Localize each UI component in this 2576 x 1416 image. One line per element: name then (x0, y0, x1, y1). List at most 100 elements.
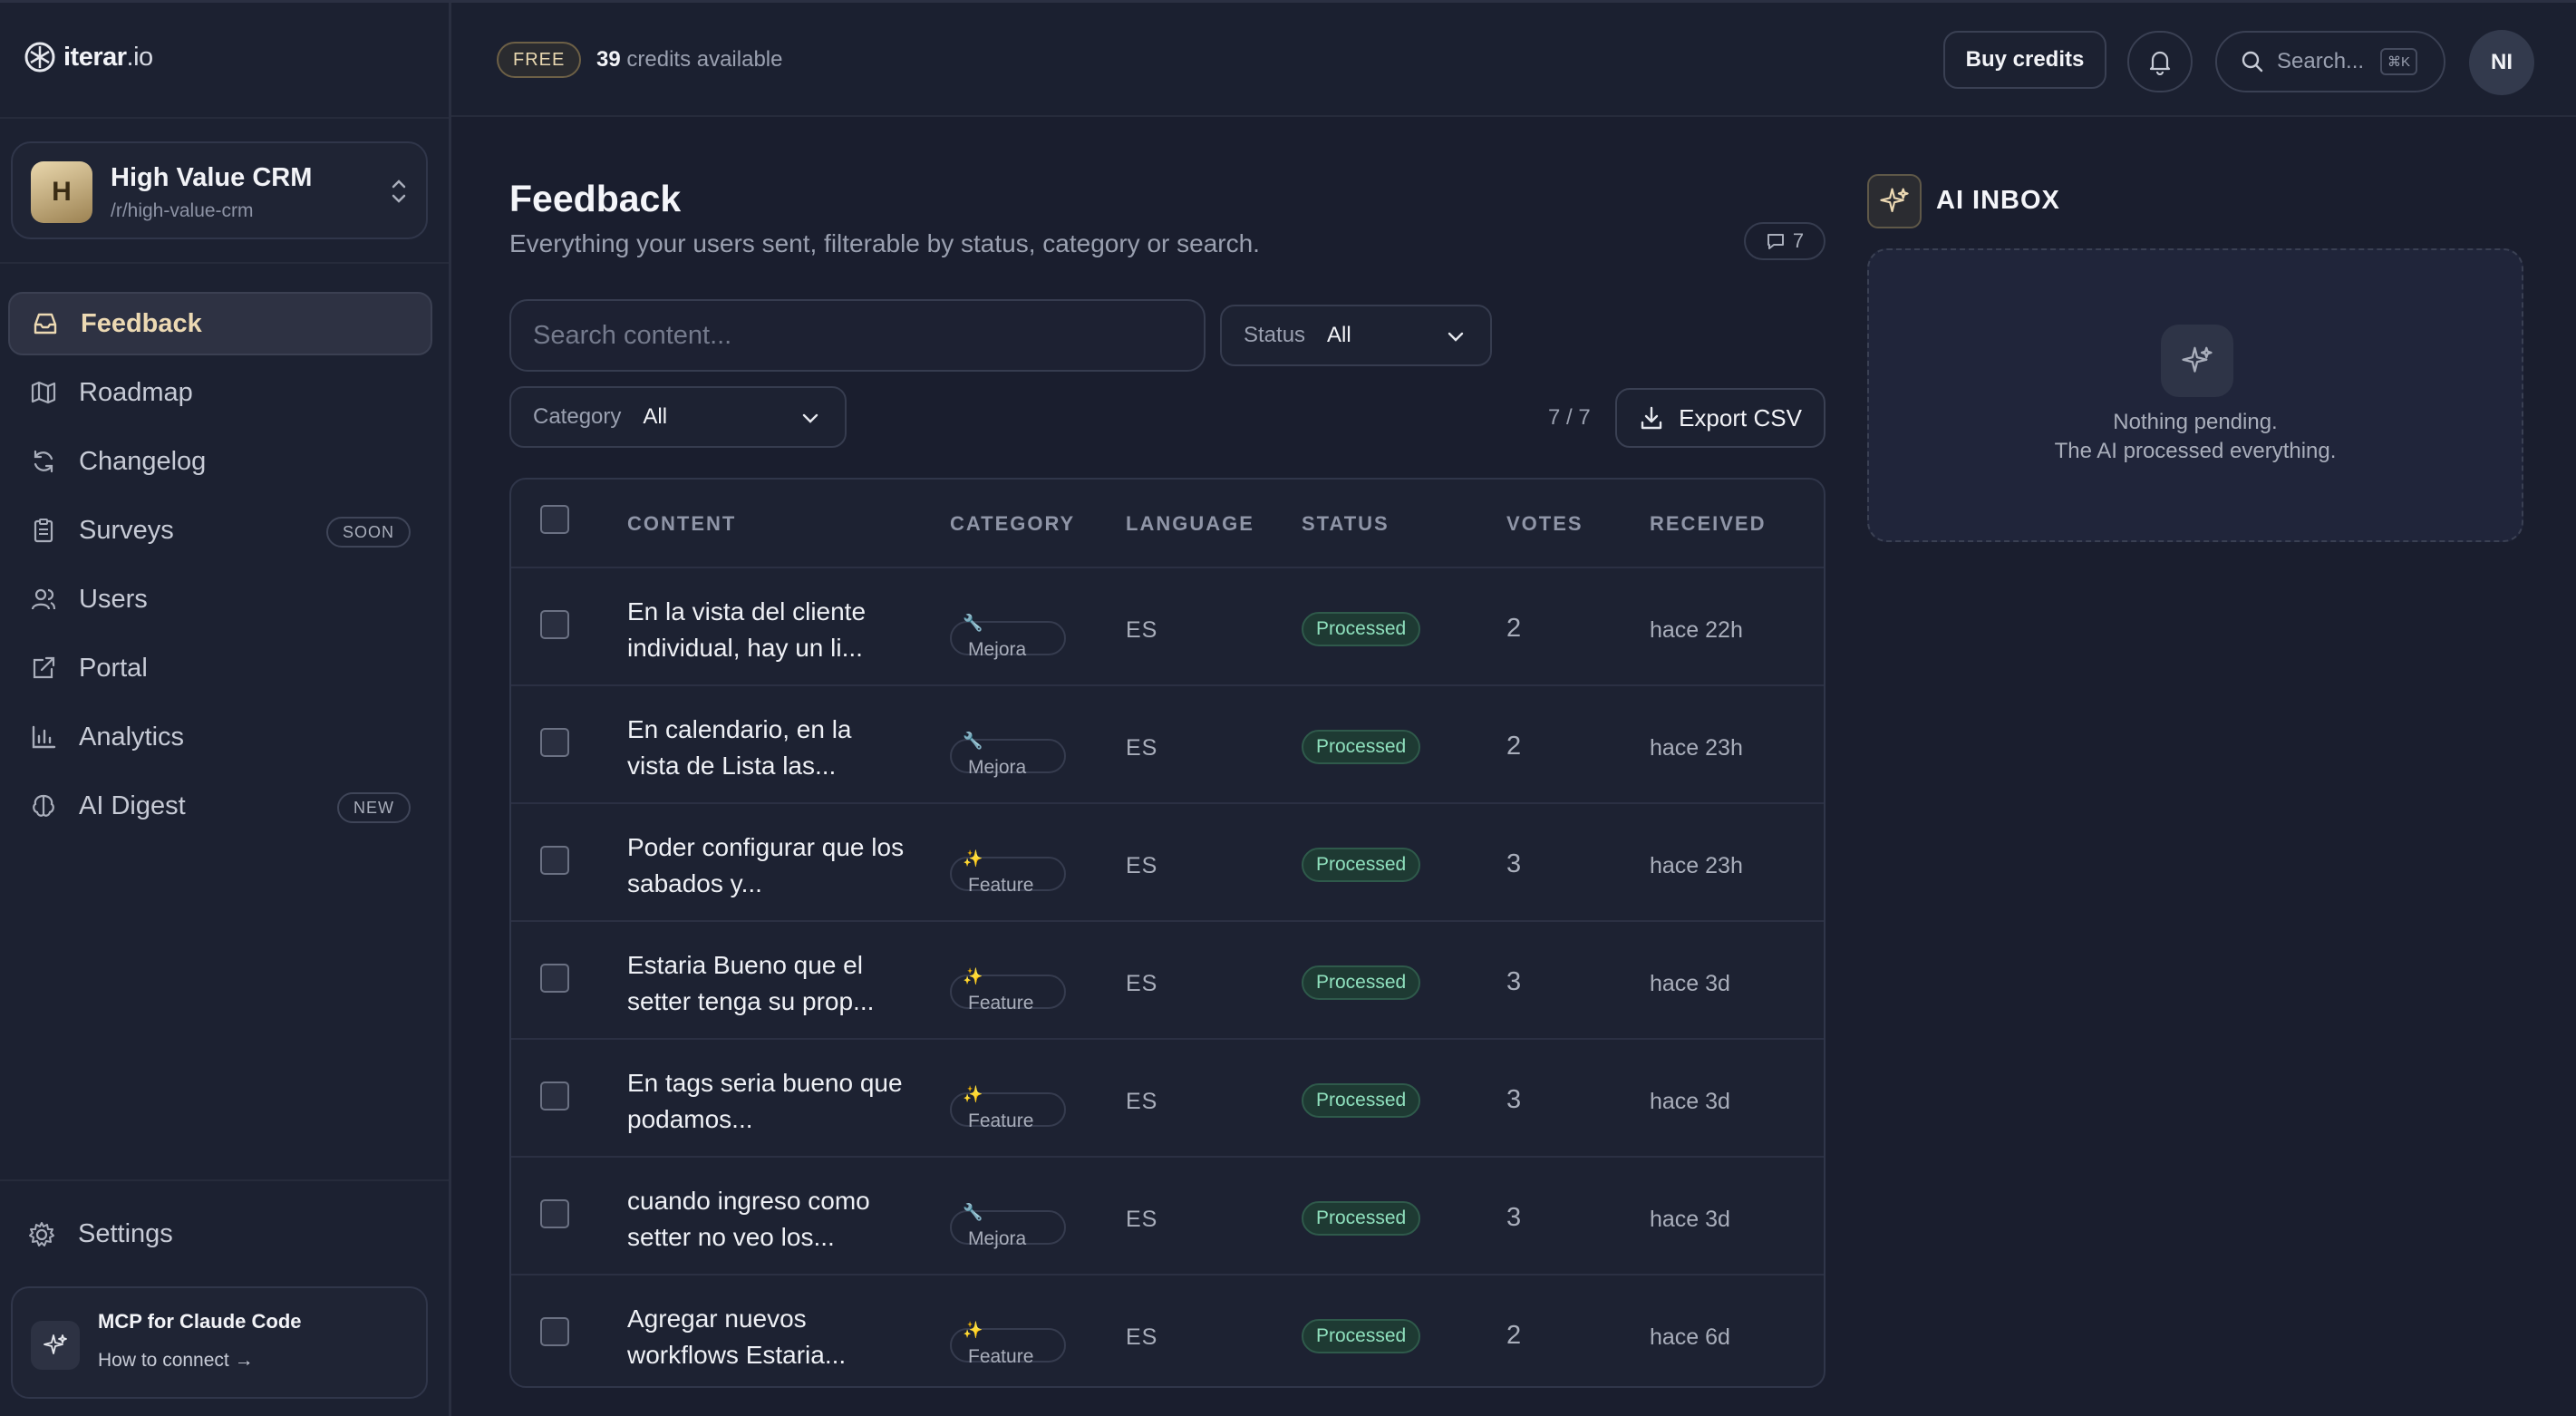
row-checkbox[interactable] (540, 1081, 569, 1110)
status-filter[interactable]: Status All (1220, 305, 1492, 366)
table-row[interactable]: Poder configurar que los sabados y... ✨ F… (511, 802, 1824, 920)
votes: 2 (1506, 732, 1522, 761)
search-input[interactable] (509, 299, 1206, 372)
sidebar-nav: Feedback Roadmap Changelog Surveys SOON (8, 292, 432, 843)
language: ES (1126, 1089, 1158, 1114)
sparkles-icon: ✨ (963, 1321, 983, 1339)
mcp-card[interactable]: MCP for Claude Code How to connect → (11, 1286, 428, 1399)
sidebar-item-feedback[interactable]: Feedback (8, 292, 432, 355)
how-to-connect-link[interactable]: How to connect → (98, 1350, 254, 1372)
sidebar-item-label: Portal (79, 653, 148, 683)
sidebar-item-roadmap[interactable]: Roadmap (8, 361, 432, 424)
divider (0, 262, 449, 264)
category-pill: ✨ Feature (950, 967, 1066, 1014)
wrench-icon: 🔧 (963, 614, 983, 632)
gear-icon (29, 1221, 54, 1246)
download-icon (1641, 406, 1662, 430)
column-header-category[interactable]: CATEGORY (950, 512, 1075, 536)
row-checkbox[interactable] (540, 728, 569, 757)
sparkle-icon (31, 1321, 80, 1370)
category-pill: 🔧 Mejora (950, 1203, 1066, 1249)
chevron-up-down-icon (392, 179, 406, 203)
status-badge: Processed (1302, 1083, 1421, 1118)
table-row[interactable]: En la vista del cliente individual, hay … (511, 567, 1824, 684)
notifications-button[interactable] (2127, 31, 2193, 92)
chevron-down-icon (1448, 332, 1464, 342)
brand-logo[interactable]: iterar.io (24, 41, 153, 73)
votes: 3 (1506, 1085, 1522, 1114)
table-row[interactable]: En calendario, en la vista de Lista las.… (511, 684, 1824, 802)
sparkle-icon (2161, 325, 2233, 397)
keyboard-shortcut: ⌘K (2380, 48, 2418, 75)
column-header-received[interactable]: RECEIVED (1650, 512, 1766, 536)
new-badge: NEW (337, 792, 411, 823)
sparkle-icon (1867, 174, 1922, 228)
row-checkbox[interactable] (540, 964, 569, 993)
comment-count: 7 (1792, 229, 1805, 252)
bell-icon (2149, 51, 2171, 75)
plan-badge: FREE (497, 42, 582, 78)
category-label: Feature (968, 1110, 1034, 1131)
select-all-checkbox[interactable] (540, 505, 569, 534)
row-checkbox[interactable] (540, 846, 569, 875)
sidebar-item-label: Feedback (81, 308, 202, 338)
sidebar-item-changelog[interactable]: Changelog (8, 430, 432, 493)
language: ES (1126, 971, 1158, 996)
column-header-language[interactable]: LANGUAGE (1126, 512, 1254, 536)
table-row[interactable]: Agregar nuevos workflows Estaria... ✨ Fea… (511, 1274, 1824, 1386)
column-header-content[interactable]: CONTENT (627, 512, 736, 536)
brand-tld: .io (126, 42, 154, 72)
sparkles-icon: ✨ (963, 849, 983, 868)
global-search-button[interactable]: Search... ⌘K (2215, 31, 2445, 92)
column-header-status[interactable]: STATUS (1302, 512, 1390, 536)
category-filter[interactable]: Category All (509, 386, 847, 448)
category-label: Mejora (968, 639, 1027, 660)
sidebar-item-portal[interactable]: Portal (8, 636, 432, 700)
received-time: hace 6d (1650, 1324, 1730, 1350)
divider (0, 117, 449, 119)
feedback-content: Estaria Bueno que el setter tenga su pro… (627, 951, 875, 1015)
received-time: hace 3d (1650, 971, 1730, 996)
top-header: FREE 39 credits available Buy credits Se… (451, 3, 2576, 117)
empty-state-title: Nothing pending. (2113, 410, 2278, 434)
buy-credits-button[interactable]: Buy credits (1943, 31, 2106, 89)
sidebar-item-users[interactable]: Users (8, 567, 432, 631)
feedback-content: En calendario, en la vista de Lista las.… (627, 715, 852, 780)
refresh-icon (28, 446, 59, 477)
row-checkbox[interactable] (540, 1317, 569, 1346)
sidebar-item-analytics[interactable]: Analytics (8, 705, 432, 769)
ai-inbox-panel: Nothing pending. The AI processed everyt… (1867, 248, 2523, 542)
project-switcher[interactable]: H High Value CRM /r/high-value-crm (11, 141, 428, 239)
received-time: hace 3d (1650, 1207, 1730, 1232)
divider (0, 1179, 449, 1181)
votes: 2 (1506, 614, 1522, 643)
row-checkbox[interactable] (540, 610, 569, 639)
sidebar-item-surveys[interactable]: Surveys SOON (8, 499, 432, 562)
sidebar-item-ai-digest[interactable]: AI Digest NEW (8, 774, 432, 838)
sidebar: iterar.io H High Value CRM /r/high-value… (0, 3, 451, 1416)
table-row[interactable]: En tags seria bueno que podamos... ✨ Feat… (511, 1038, 1824, 1156)
bar-chart-icon (28, 722, 59, 752)
table-row[interactable]: Estaria Bueno que el setter tenga su pro… (511, 920, 1824, 1038)
search-label: Search... (2277, 49, 2365, 73)
votes: 2 (1506, 1321, 1522, 1350)
project-avatar: H (31, 161, 92, 223)
sidebar-item-settings[interactable]: Settings (27, 1219, 173, 1249)
table-row[interactable]: cuando ingreso como setter no veo los...… (511, 1156, 1824, 1274)
column-header-votes[interactable]: VOTES (1506, 512, 1583, 536)
settings-label: Settings (78, 1219, 173, 1248)
sidebar-item-label: Roadmap (79, 377, 193, 407)
brain-icon (28, 790, 59, 821)
row-checkbox[interactable] (540, 1199, 569, 1228)
category-label: Feature (968, 875, 1034, 896)
status-badge: Processed (1302, 612, 1421, 646)
sparkles-icon: ✨ (963, 967, 983, 985)
user-avatar[interactable]: NI (2469, 30, 2534, 95)
export-csv-button[interactable]: Export CSV (1615, 388, 1825, 448)
votes: 3 (1506, 1203, 1522, 1232)
sidebar-item-label: Users (79, 584, 148, 614)
users-icon (28, 584, 59, 615)
category-filter-value: All (643, 404, 668, 429)
credits-text: 39 credits available (596, 47, 782, 73)
status-badge: Processed (1302, 730, 1421, 764)
